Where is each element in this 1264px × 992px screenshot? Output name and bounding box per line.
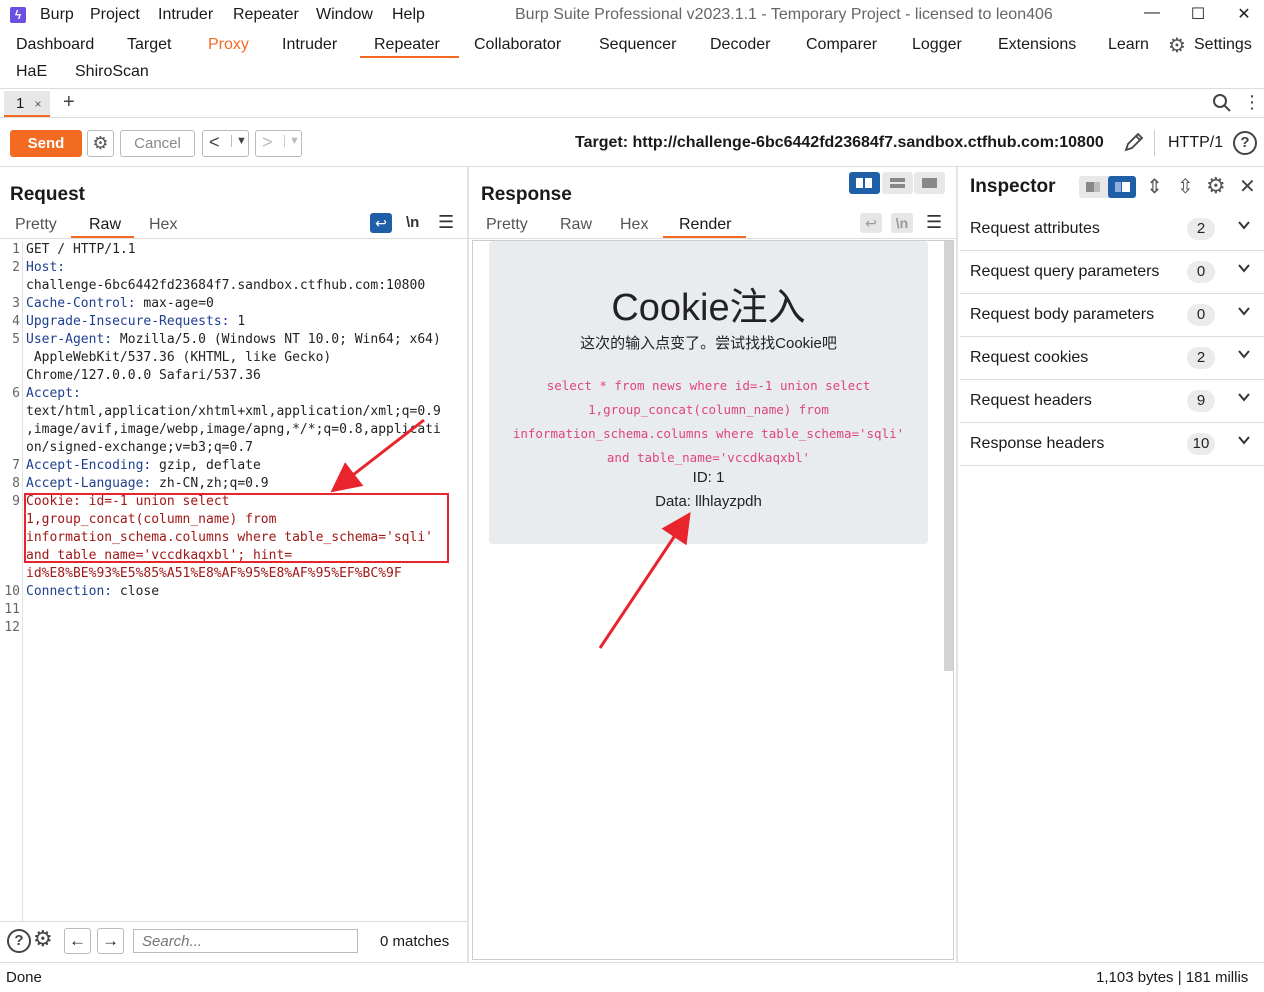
annotation-arrow-data bbox=[598, 512, 691, 649]
annotation-arrow-cookie bbox=[330, 418, 425, 493]
annotation-arrows bbox=[330, 418, 691, 649]
